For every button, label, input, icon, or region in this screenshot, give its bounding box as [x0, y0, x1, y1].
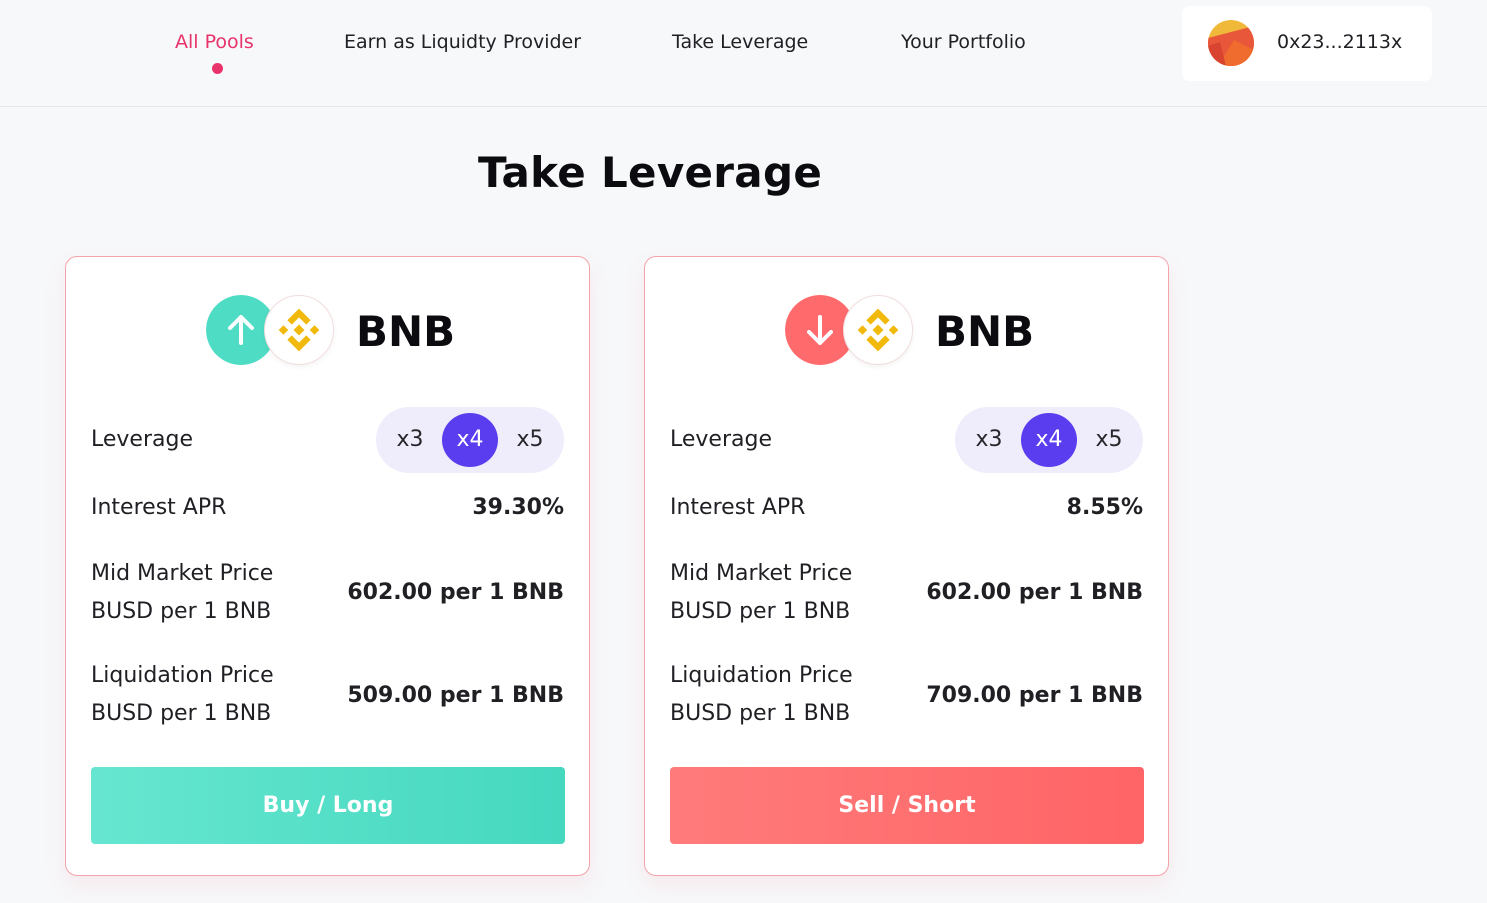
wallet-avatar-icon [1208, 20, 1254, 66]
card-header: BNB [785, 295, 1105, 367]
leverage-option-x4[interactable]: x4 [442, 413, 498, 467]
sell-short-button[interactable]: Sell / Short [670, 767, 1144, 844]
liquidation-price-value: 509.00 per 1 BNB [347, 683, 564, 708]
liquidation-price-label: Liquidation Price [670, 663, 853, 688]
leverage-option-x4[interactable]: x4 [1021, 413, 1077, 467]
page-title: Take Leverage [478, 148, 823, 197]
nav-earn-liquidity[interactable]: Earn as Liquidty Provider [344, 31, 581, 53]
interest-apr-value: 8.55% [1066, 495, 1143, 520]
interest-apr-label: Interest APR [670, 495, 806, 520]
mid-market-price-unit: BUSD per 1 BNB [91, 599, 272, 624]
buy-long-button[interactable]: Buy / Long [91, 767, 565, 844]
leverage-label: Leverage [91, 427, 193, 452]
liquidation-price-unit: BUSD per 1 BNB [670, 701, 851, 726]
short-card: BNB Leverage x3 x4 x5 Interest APR 8.55%… [644, 256, 1169, 876]
nav-your-portfolio[interactable]: Your Portfolio [901, 31, 1026, 53]
asset-name: BNB [935, 307, 1035, 356]
interest-apr-label: Interest APR [91, 495, 227, 520]
wallet-button[interactable]: 0x23...2113x [1182, 6, 1432, 81]
liquidation-price-value: 709.00 per 1 BNB [926, 683, 1143, 708]
leverage-option-x3[interactable]: x3 [382, 413, 438, 467]
liquidation-price-label: Liquidation Price [91, 663, 274, 688]
mid-market-price-label: Mid Market Price [91, 561, 274, 586]
liquidation-price-unit: BUSD per 1 BNB [91, 701, 272, 726]
top-nav-bar: All Pools Earn as Liquidty Provider Take… [0, 0, 1487, 107]
bnb-icon [264, 295, 334, 365]
bnb-icon [843, 295, 913, 365]
mid-market-price-label: Mid Market Price [670, 561, 853, 586]
mid-market-price-value: 602.00 per 1 BNB [926, 580, 1143, 605]
nav-take-leverage[interactable]: Take Leverage [672, 31, 808, 53]
mid-market-price-value: 602.00 per 1 BNB [347, 580, 564, 605]
leverage-option-x3[interactable]: x3 [961, 413, 1017, 467]
asset-name: BNB [356, 307, 456, 356]
leverage-option-x5[interactable]: x5 [1081, 413, 1137, 467]
leverage-option-x5[interactable]: x5 [502, 413, 558, 467]
interest-apr-value: 39.30% [472, 495, 564, 520]
card-header: BNB [206, 295, 526, 367]
mid-market-price-unit: BUSD per 1 BNB [670, 599, 851, 624]
long-card: BNB Leverage x3 x4 x5 Interest APR 39.30… [65, 256, 590, 876]
wallet-address: 0x23...2113x [1277, 31, 1403, 53]
leverage-selector: x3 x4 x5 [376, 407, 564, 473]
leverage-selector: x3 x4 x5 [955, 407, 1143, 473]
leverage-label: Leverage [670, 427, 772, 452]
active-nav-indicator [212, 63, 223, 74]
nav-all-pools[interactable]: All Pools [175, 31, 254, 53]
